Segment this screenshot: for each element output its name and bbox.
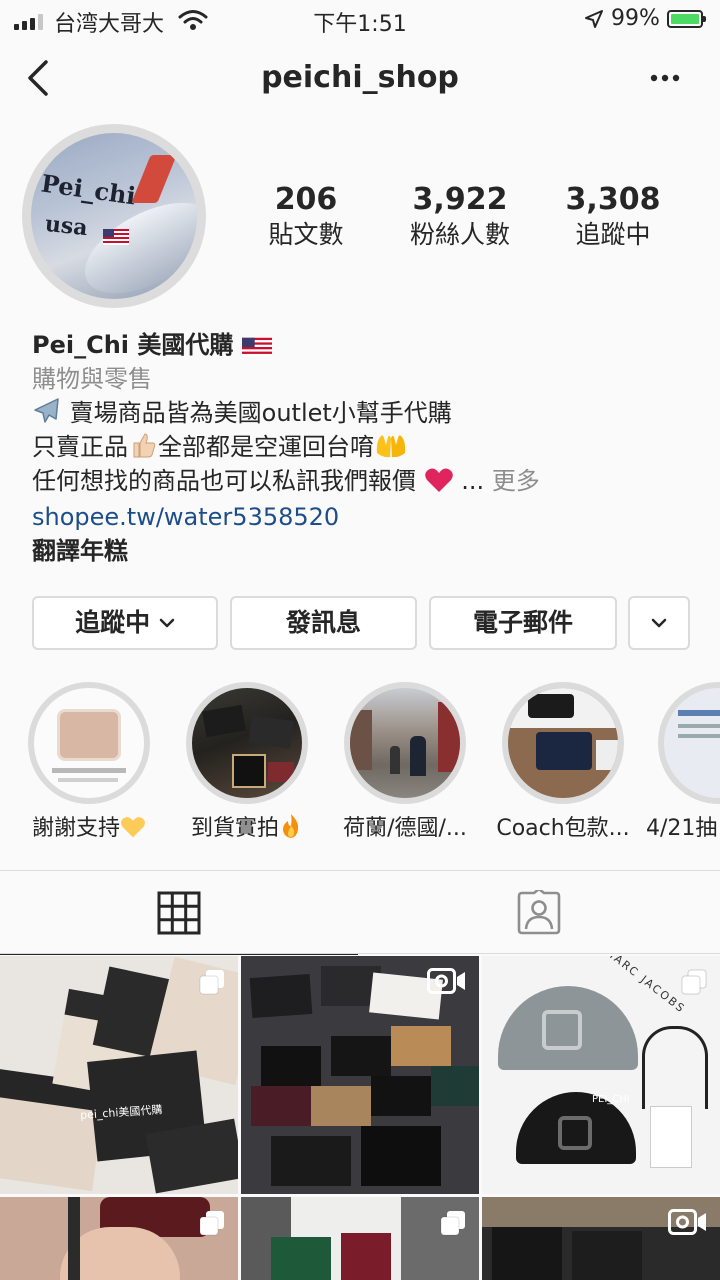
highlight-label: 荷蘭/德國/... — [343, 816, 467, 841]
stat-label: 粉絲人數 — [409, 220, 510, 249]
stat-label: 追蹤中 — [575, 220, 651, 249]
profile-name: Pei_Chi 美國代購 — [32, 328, 692, 362]
bio-line: 賣場商品皆為美國outlet小幫手代購 — [32, 396, 692, 430]
carousel-icon — [681, 969, 707, 995]
email-button[interactable]: 電子郵件 — [429, 596, 617, 650]
tab-tagged[interactable] — [360, 871, 720, 953]
yellow-heart-icon — [121, 817, 145, 838]
stat-following[interactable]: 3,308 追蹤中 — [543, 182, 683, 252]
more-dots-icon[interactable] — [645, 66, 685, 90]
avatar-text: Pei_chi — [39, 168, 138, 211]
red-heart-icon — [424, 468, 453, 492]
post-thumbnail[interactable] — [241, 956, 479, 1194]
stat-value: 3,308 — [565, 182, 661, 217]
more-link[interactable]: 更多 — [492, 467, 540, 495]
stat-value: 3,922 — [412, 182, 508, 217]
message-button[interactable]: 發訊息 — [230, 596, 417, 650]
page-title: peichi_shop — [261, 60, 459, 95]
fire-icon — [283, 814, 299, 838]
us-flag-icon — [241, 337, 272, 357]
chevron-down-icon — [159, 618, 175, 628]
thumbs-up-icon — [133, 433, 156, 458]
video-icon — [668, 1209, 706, 1235]
highlight-label: 到貨實拍 — [164, 810, 330, 842]
tagged-person-icon — [517, 890, 561, 935]
post-thumbnail[interactable] — [482, 1197, 720, 1280]
avatar-text: usa — [43, 210, 89, 242]
grid-icon — [157, 891, 201, 935]
bio-line: 只賣正品 全部都是空運回台唷 — [32, 430, 692, 464]
highlight-label: Coach包款... — [496, 816, 630, 841]
stat-followers[interactable]: 3,922 粉絲人數 — [390, 182, 530, 252]
highlight-label: 謝謝支持 — [6, 810, 172, 842]
carousel-icon — [440, 1211, 465, 1236]
us-flag-icon — [103, 229, 129, 245]
chevron-down-icon — [651, 618, 667, 628]
status-bar: 台湾大哥大 下午1:51 99% — [0, 0, 720, 40]
post-thumbnail[interactable] — [0, 1197, 238, 1280]
stat-value: 206 — [274, 182, 338, 217]
suggested-accounts-button[interactable] — [628, 596, 690, 650]
avatar[interactable]: Pei_chi usa — [31, 133, 197, 299]
tab-posts-grid[interactable] — [0, 871, 358, 955]
divider — [0, 953, 720, 954]
carousel-icon — [199, 970, 224, 995]
post-thumbnail[interactable]: MARC JACOBS PEI_CHI — [482, 956, 720, 1194]
website-link[interactable]: shopee.tw/water5358520 — [32, 500, 692, 534]
following-button[interactable]: 追蹤中 — [32, 596, 218, 650]
carousel-icon — [199, 1211, 224, 1236]
bio-line: 任何想找的商品也可以私訊我們報價 ... 更多 — [32, 467, 540, 495]
video-icon — [427, 968, 465, 994]
battery-percent: 99% — [611, 6, 660, 31]
profile-category: 購物與零售 — [32, 365, 152, 393]
stat-label: 貼文數 — [268, 220, 344, 249]
location-arrow-icon — [585, 10, 603, 28]
airplane-icon — [34, 398, 59, 423]
open-hands-icon — [376, 435, 406, 458]
post-thumbnail[interactable] — [241, 1197, 479, 1280]
battery-icon — [667, 10, 706, 28]
stat-posts[interactable]: 206 貼文數 — [236, 182, 376, 252]
post-thumbnail[interactable]: pei_chi美國代購 — [0, 956, 238, 1194]
watermark: PEI_CHI — [592, 1094, 630, 1105]
translate-link[interactable]: 翻譯年糕 — [32, 534, 692, 568]
back-chevron-icon[interactable] — [22, 58, 58, 98]
highlight-label: 4/21抽 — [646, 816, 718, 841]
